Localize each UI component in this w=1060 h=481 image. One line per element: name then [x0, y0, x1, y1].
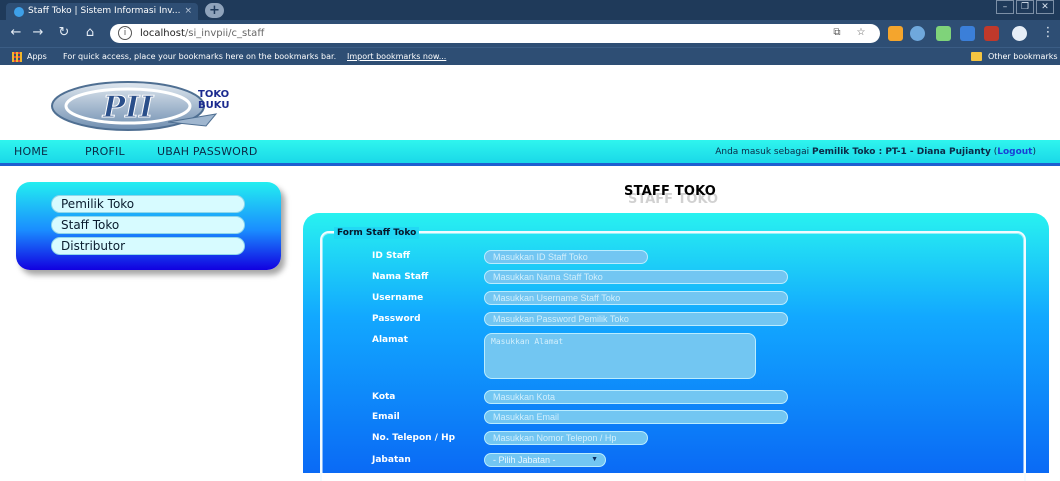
nama-staff-input[interactable]: [484, 270, 788, 284]
kota-input[interactable]: [484, 390, 788, 404]
login-prefix: Anda masuk sebagai: [715, 147, 810, 157]
reload-icon[interactable]: ↻: [56, 25, 72, 41]
folder-icon: [971, 52, 982, 61]
label-password: Password: [372, 314, 421, 324]
label-email: Email: [372, 412, 400, 422]
menu-dots-icon[interactable]: ⋮: [1040, 25, 1056, 41]
label-nama-staff: Nama Staff: [372, 272, 429, 282]
apps-grid-icon[interactable]: [12, 52, 22, 62]
home-icon[interactable]: ⌂: [82, 25, 98, 41]
sidebar-item-staff-toko[interactable]: Staff Toko: [51, 216, 245, 234]
tab-close-icon[interactable]: ×: [184, 3, 192, 20]
profile-icon[interactable]: [1012, 26, 1027, 41]
password-input[interactable]: [484, 312, 788, 326]
import-bookmarks-link[interactable]: Import bookmarks now...: [347, 48, 446, 65]
telepon-input[interactable]: [484, 431, 648, 445]
address-bar[interactable]: i localhost/si_invpii/c_staff ⧉ ☆: [110, 24, 880, 43]
forward-icon[interactable]: →: [30, 25, 46, 41]
site-logo: PII TOKO BUKU: [51, 81, 229, 131]
new-tab-button[interactable]: +: [205, 3, 224, 18]
username-input[interactable]: [484, 291, 788, 305]
other-bookmarks[interactable]: Other bookmarks: [988, 48, 1058, 65]
bookmark-star-icon[interactable]: ☆: [854, 26, 868, 40]
logout-link[interactable]: Logout: [997, 147, 1032, 157]
login-user: Pemilik Toko : PT-1 - Diana Pujianty: [811, 147, 991, 157]
minimize-icon[interactable]: –: [996, 0, 1014, 14]
chevron-down-icon: ▼: [591, 456, 598, 463]
extension-icon[interactable]: [888, 26, 903, 41]
label-telepon: No. Telepon / Hp: [372, 433, 456, 443]
label-kota: Kota: [372, 392, 396, 402]
sidebar-item-distributor[interactable]: Distributor: [51, 237, 245, 255]
browser-tab-bar: Staff Toko | Sistem Informasi Inv... × +…: [0, 0, 1060, 20]
id-staff-input[interactable]: [484, 250, 648, 264]
extension-icon-3[interactable]: [960, 26, 975, 41]
menu-home[interactable]: HOME: [14, 140, 48, 164]
login-status: Anda masuk sebagai Pemilik Toko : PT-1 -…: [715, 147, 1036, 157]
site-info-icon[interactable]: i: [118, 26, 132, 40]
form-legend: Form Staff Toko: [334, 227, 420, 239]
url-text: localhost/si_invpii/c_staff: [140, 28, 265, 39]
sidebar: Pemilik Toko Staff Toko Distributor: [16, 182, 281, 270]
close-window-icon[interactable]: ✕: [1036, 0, 1054, 14]
translate-icon[interactable]: ⧉: [830, 26, 844, 40]
page-title: STAFF TOKO: [624, 184, 717, 199]
maximize-icon[interactable]: ❐: [1016, 0, 1034, 14]
jabatan-selected: - Pilih Jabatan -: [493, 455, 556, 465]
label-id-staff: ID Staff: [372, 251, 411, 261]
svg-text:TOKO: TOKO: [198, 89, 229, 100]
sidebar-item-pemilik-toko[interactable]: Pemilik Toko: [51, 195, 245, 213]
extension-badge-icon[interactable]: [984, 26, 999, 41]
browser-tab[interactable]: Staff Toko | Sistem Informasi Inv... ×: [6, 3, 198, 20]
svg-text:PII: PII: [102, 90, 155, 125]
site-header: PII TOKO BUKU: [0, 66, 1060, 140]
extension-icon-2[interactable]: [936, 26, 951, 41]
main-menu: HOME PROFIL UBAH PASSWORD Anda masuk seb…: [0, 140, 1060, 166]
browser-toolbar: ← → ↻ ⌂ i localhost/si_invpii/c_staff ⧉ …: [0, 20, 1060, 47]
extension-globe-icon[interactable]: [910, 26, 925, 41]
menu-ubah-password[interactable]: UBAH PASSWORD: [157, 140, 258, 164]
bookmarks-bar: Apps For quick access, place your bookma…: [0, 47, 1060, 65]
back-icon[interactable]: ←: [8, 25, 24, 41]
menu-profil[interactable]: PROFIL: [85, 140, 125, 164]
bookmarks-prompt: For quick access, place your bookmarks h…: [63, 52, 337, 61]
label-jabatan: Jabatan: [372, 455, 411, 465]
jabatan-select[interactable]: - Pilih Jabatan - ▼: [484, 453, 606, 467]
alamat-textarea[interactable]: [484, 333, 756, 379]
tab-title: Staff Toko | Sistem Informasi Inv...: [28, 6, 181, 16]
svg-text:BUKU: BUKU: [198, 100, 229, 111]
label-alamat: Alamat: [372, 335, 408, 345]
label-username: Username: [372, 293, 424, 303]
bookmarks-apps[interactable]: Apps: [27, 48, 47, 65]
email-input[interactable]: [484, 410, 788, 424]
favicon-icon: [14, 7, 24, 17]
